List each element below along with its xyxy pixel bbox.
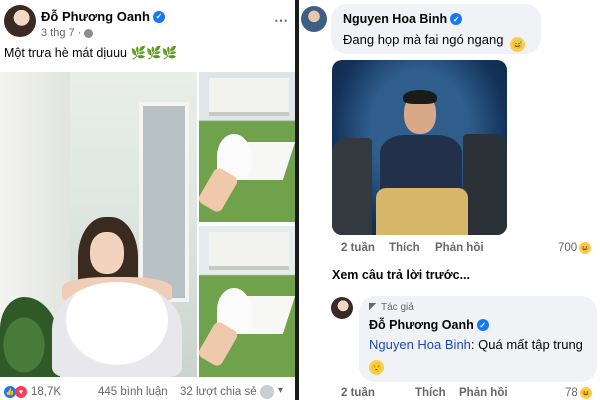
photo-window	[139, 102, 189, 302]
comment-text: Đang họp mà fai ngó ngang 😅	[343, 32, 526, 52]
reply-reaction-count[interactable]: 78 😆	[565, 387, 592, 399]
reply-text-body: : Quá mất tập trung	[470, 337, 583, 352]
post-meta: 3 thg 7 ·	[41, 27, 94, 39]
verified-icon: ✓	[476, 319, 489, 331]
reply-like-button[interactable]: Thích	[415, 387, 446, 399]
reactions-count: 18,7K	[31, 386, 62, 398]
comment-attached-image[interactable]	[332, 60, 507, 235]
post-author-name[interactable]: Đỗ Phương Oanh	[41, 9, 150, 24]
reactions-summary[interactable]: 👍 ♥ 18,7K	[4, 386, 61, 398]
reply-text: Nguyen Hoa Binh: Quá mất tập trung	[369, 337, 583, 352]
post-photo-top-right[interactable]	[199, 72, 295, 222]
post-date[interactable]: 3 thg 7	[41, 27, 75, 39]
comments-count[interactable]: 445 bình luận	[98, 386, 168, 398]
post-photo-main[interactable]	[0, 72, 197, 377]
verified-icon: ✓	[152, 10, 165, 23]
image-chair-left	[332, 138, 372, 235]
photo-face	[90, 232, 124, 274]
photo-house	[209, 232, 289, 270]
photo-house	[209, 78, 289, 116]
reply-timestamp[interactable]: 2 tuần	[341, 387, 375, 399]
reply-mention-link[interactable]: Nguyen Hoa Binh	[369, 337, 471, 352]
comment-text-body: Đang họp mà fai ngó ngang	[343, 32, 504, 47]
reaction-count-value: 700	[558, 242, 578, 254]
globe-icon	[84, 28, 94, 38]
post-panel: Đỗ Phương Oanh ✓ 3 thg 7 · ⋯ Một trưa hè…	[0, 0, 295, 400]
comment-author-name[interactable]: Nguyen Hoa Binh	[343, 12, 447, 26]
image-pants	[376, 188, 468, 235]
verified-icon: ✓	[450, 13, 463, 25]
comment-reaction-count[interactable]: 700 😆	[558, 242, 592, 254]
meta-separator: ·	[77, 27, 82, 39]
view-previous-replies-link[interactable]: Xem câu trả lời trước...	[332, 268, 470, 282]
post-author[interactable]: Đỗ Phương Oanh ✓	[41, 9, 165, 24]
comment-like-button[interactable]: Thích	[389, 242, 420, 254]
chevron-down-icon[interactable]: ▾	[278, 385, 283, 396]
reaction-count-value: 78	[565, 387, 578, 399]
comment-timestamp[interactable]: 2 tuần	[341, 242, 375, 254]
author-badge-label: Tác giả	[381, 302, 414, 313]
reply-reply-button[interactable]: Phản hồi	[459, 387, 508, 399]
image-torso	[380, 135, 462, 195]
reply-author[interactable]: Đỗ Phương Oanh ✓	[369, 318, 489, 332]
laugh-reaction-icon: 😆	[579, 387, 592, 399]
author-badge: Tác giả	[369, 302, 414, 313]
image-hair	[403, 90, 437, 104]
reply-author-name[interactable]: Đỗ Phương Oanh	[369, 318, 474, 332]
author-avatar[interactable]	[4, 5, 36, 37]
image-chair-right	[463, 134, 507, 235]
more-options-icon[interactable]: ⋯	[274, 12, 289, 29]
relieved-emoji-icon: 😌	[369, 360, 384, 375]
pencil-icon	[369, 303, 378, 312]
laugh-reaction-icon: 😆	[579, 242, 592, 254]
sweat-smile-emoji-icon: 😅	[510, 37, 526, 52]
post-photo-bottom-right[interactable]	[199, 226, 295, 377]
commenter-avatar[interactable]	[301, 6, 327, 32]
reply-author-avatar[interactable]	[331, 297, 353, 319]
photo-dress	[52, 282, 182, 377]
love-reaction-icon: ♥	[15, 386, 27, 398]
share-audience-avatar[interactable]	[260, 385, 274, 399]
shares-count[interactable]: 32 lượt chia sẻ	[180, 386, 257, 398]
comment-reply-button[interactable]: Phản hồi	[435, 242, 484, 254]
post-caption: Một trưa hè mát dịuuu 🌿🌿🌿	[4, 46, 178, 60]
comments-panel: Nguyen Hoa Binh ✓ Đang họp mà fai ngó ng…	[299, 0, 600, 400]
comment-author[interactable]: Nguyen Hoa Binh ✓	[343, 12, 463, 26]
